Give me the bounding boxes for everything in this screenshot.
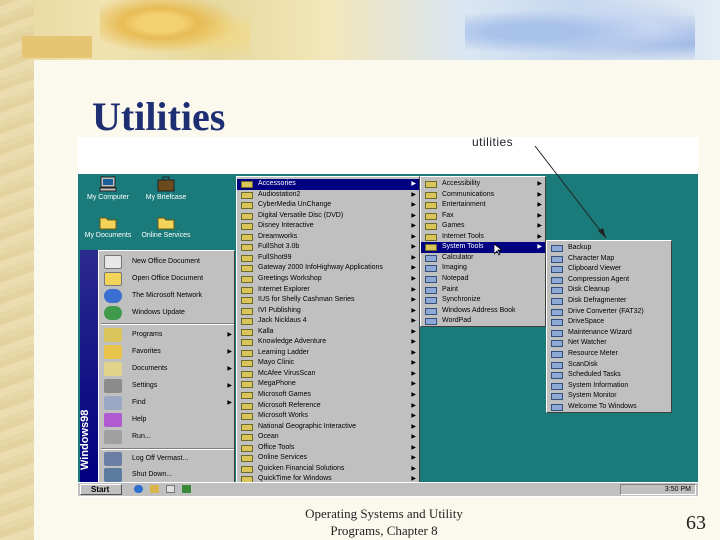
- slide-footer: Operating Systems and Utility Programs, …: [284, 505, 484, 539]
- system-tray: 3:50 PM: [620, 484, 696, 495]
- page-number: 63: [686, 512, 706, 534]
- clock[interactable]: 3:50 PM: [665, 486, 691, 493]
- footer-line: Operating Systems and Utility: [305, 506, 463, 521]
- channels-quicklaunch-icon[interactable]: [182, 485, 191, 493]
- desktop-quicklaunch-icon[interactable]: [166, 485, 175, 493]
- start-button-label: Start: [91, 485, 110, 494]
- footer-line: Programs, Chapter 8: [330, 523, 438, 538]
- ie-quicklaunch-icon[interactable]: [134, 485, 143, 493]
- outlook-quicklaunch-icon[interactable]: [150, 485, 159, 493]
- callout-arrow: [534, 145, 607, 239]
- start-button[interactable]: Start: [80, 484, 122, 495]
